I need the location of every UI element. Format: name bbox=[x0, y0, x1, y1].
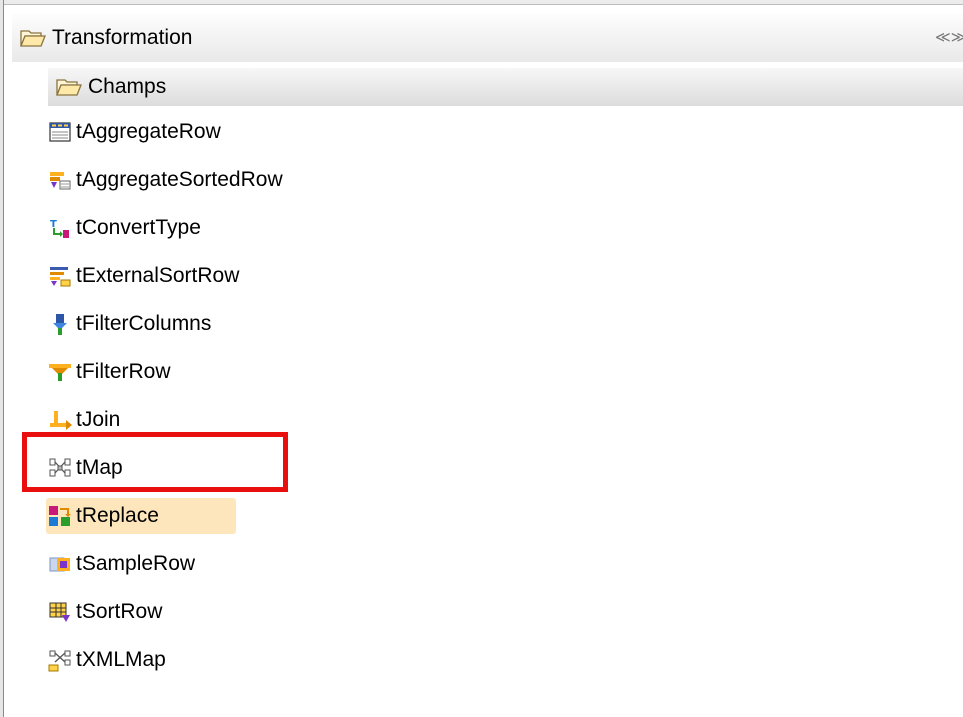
component-label: tExternalSortRow bbox=[76, 264, 240, 287]
component-label: tSortRow bbox=[76, 600, 163, 623]
component-item-tsamplerow[interactable]: tSampleRow bbox=[46, 546, 199, 582]
folder-header-champs[interactable]: Champs bbox=[48, 68, 963, 106]
category-label: Transformation bbox=[52, 26, 193, 49]
sort-row-icon bbox=[49, 602, 70, 622]
replace-icon bbox=[49, 506, 71, 526]
component-item-tconverttype[interactable]: T tConvertType bbox=[46, 210, 205, 246]
convert-type-icon: T bbox=[50, 219, 69, 238]
component-label: tConvertType bbox=[76, 216, 201, 239]
component-label: tJoin bbox=[76, 408, 121, 431]
xml-map-icon bbox=[48, 650, 71, 672]
join-icon bbox=[50, 411, 72, 430]
component-item-texternalsortrow[interactable]: tExternalSortRow bbox=[46, 258, 243, 294]
component-label: tAggregateRow bbox=[76, 120, 221, 143]
external-sort-row-icon bbox=[50, 267, 71, 287]
component-item-tfiltercolumns[interactable]: tFilterColumns bbox=[46, 306, 215, 342]
sample-row-icon bbox=[49, 557, 70, 572]
component-item-taggregaterow[interactable]: tAggregateRow bbox=[46, 114, 225, 150]
component-label: tSampleRow bbox=[76, 552, 196, 575]
component-item-tfilterrow[interactable]: tFilterRow bbox=[46, 354, 175, 390]
filter-columns-icon bbox=[53, 314, 67, 335]
open-folder-icon bbox=[56, 79, 82, 96]
component-label: tReplace bbox=[76, 504, 159, 527]
panel-left-border bbox=[0, 0, 4, 717]
component-label: tXMLMap bbox=[76, 648, 166, 671]
aggregate-row-icon bbox=[49, 122, 71, 142]
open-folder-icon bbox=[20, 30, 46, 47]
component-item-txmlmap[interactable]: tXMLMap bbox=[46, 642, 170, 678]
component-item-taggregatesortedrow[interactable]: tAggregateSortedRow bbox=[46, 162, 287, 198]
filter-row-icon bbox=[49, 364, 71, 381]
component-label: tFilterColumns bbox=[76, 312, 212, 335]
component-item-tsortrow[interactable]: tSortRow bbox=[46, 594, 166, 630]
aggregate-sorted-row-icon bbox=[50, 172, 71, 190]
component-item-treplace[interactable]: tReplace bbox=[46, 498, 236, 534]
category-header-transformation[interactable]: Transformation ≪≫ bbox=[12, 14, 963, 62]
panel-top-border bbox=[0, 0, 963, 5]
tmap-highlight-annotation bbox=[22, 432, 288, 492]
component-label: tFilterRow bbox=[76, 360, 171, 383]
component-label: tAggregateSortedRow bbox=[76, 168, 283, 191]
collapse-toggle-icon[interactable]: ≪≫ bbox=[935, 26, 963, 48]
folder-label: Champs bbox=[88, 75, 167, 98]
